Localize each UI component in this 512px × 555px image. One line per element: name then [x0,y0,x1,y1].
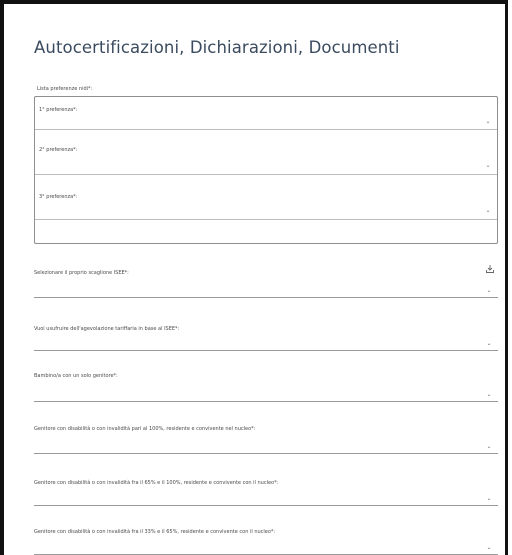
disability-65-100-select[interactable]: ⌄ [34,493,498,506]
chevron-down-icon: ⌄ [486,495,492,502]
preference-select-2[interactable]: 2° preferenza*: ⌄ [35,130,497,175]
isee-bracket-label: Selezionare il proprio scaglione ISEE*: [34,270,129,276]
disability-100-label: Genitore con disabilità o con invalidità… [34,426,256,432]
preference-select-1[interactable]: 1° preferenza*: ⌄ [35,97,497,130]
preferences-label: Lista preferenze nidi*: [37,86,93,92]
disability-33-65-select[interactable]: ⌄ [34,542,498,555]
tariff-discount-label: Vuoi usufruire dell'agevolazione tariffa… [34,326,180,332]
disability-33-65-label: Genitore con disabilità o con invalidità… [34,529,276,535]
chevron-down-icon: ⌄ [485,118,491,125]
preference-label-1: 1° preferenza*: [39,107,78,113]
download-icon[interactable] [485,264,495,274]
tariff-discount-select[interactable]: ⌄ [34,338,498,351]
form-panel: Autocertificazioni, Dichiarazioni, Docum… [0,0,508,555]
chevron-down-icon: ⌄ [486,443,492,450]
isee-bracket-select[interactable]: ⌄ [34,285,498,298]
single-parent-select[interactable]: ⌄ [34,389,498,402]
chevron-down-icon: ⌄ [485,162,491,169]
preference-label-3: 3° preferenza*: [39,194,78,200]
disability-100-select[interactable]: ⌄ [34,441,498,454]
preference-label-2: 2° preferenza*: [39,147,78,153]
chevron-down-icon: ⌄ [486,340,492,347]
disability-65-100-label: Genitore con disabilità o con invalidità… [34,480,279,486]
chevron-down-icon: ⌄ [485,207,491,214]
chevron-down-icon: ⌄ [486,287,492,294]
preferences-group: 1° preferenza*: ⌄ 2° preferenza*: ⌄ 3° p… [34,96,498,244]
single-parent-label: Bambino/a con un solo genitore*: [34,373,118,379]
chevron-down-icon: ⌄ [486,544,492,551]
preference-select-3[interactable]: 3° preferenza*: ⌄ [35,175,497,220]
chevron-down-icon: ⌄ [486,391,492,398]
page-title: Autocertificazioni, Dichiarazioni, Docum… [34,38,400,57]
